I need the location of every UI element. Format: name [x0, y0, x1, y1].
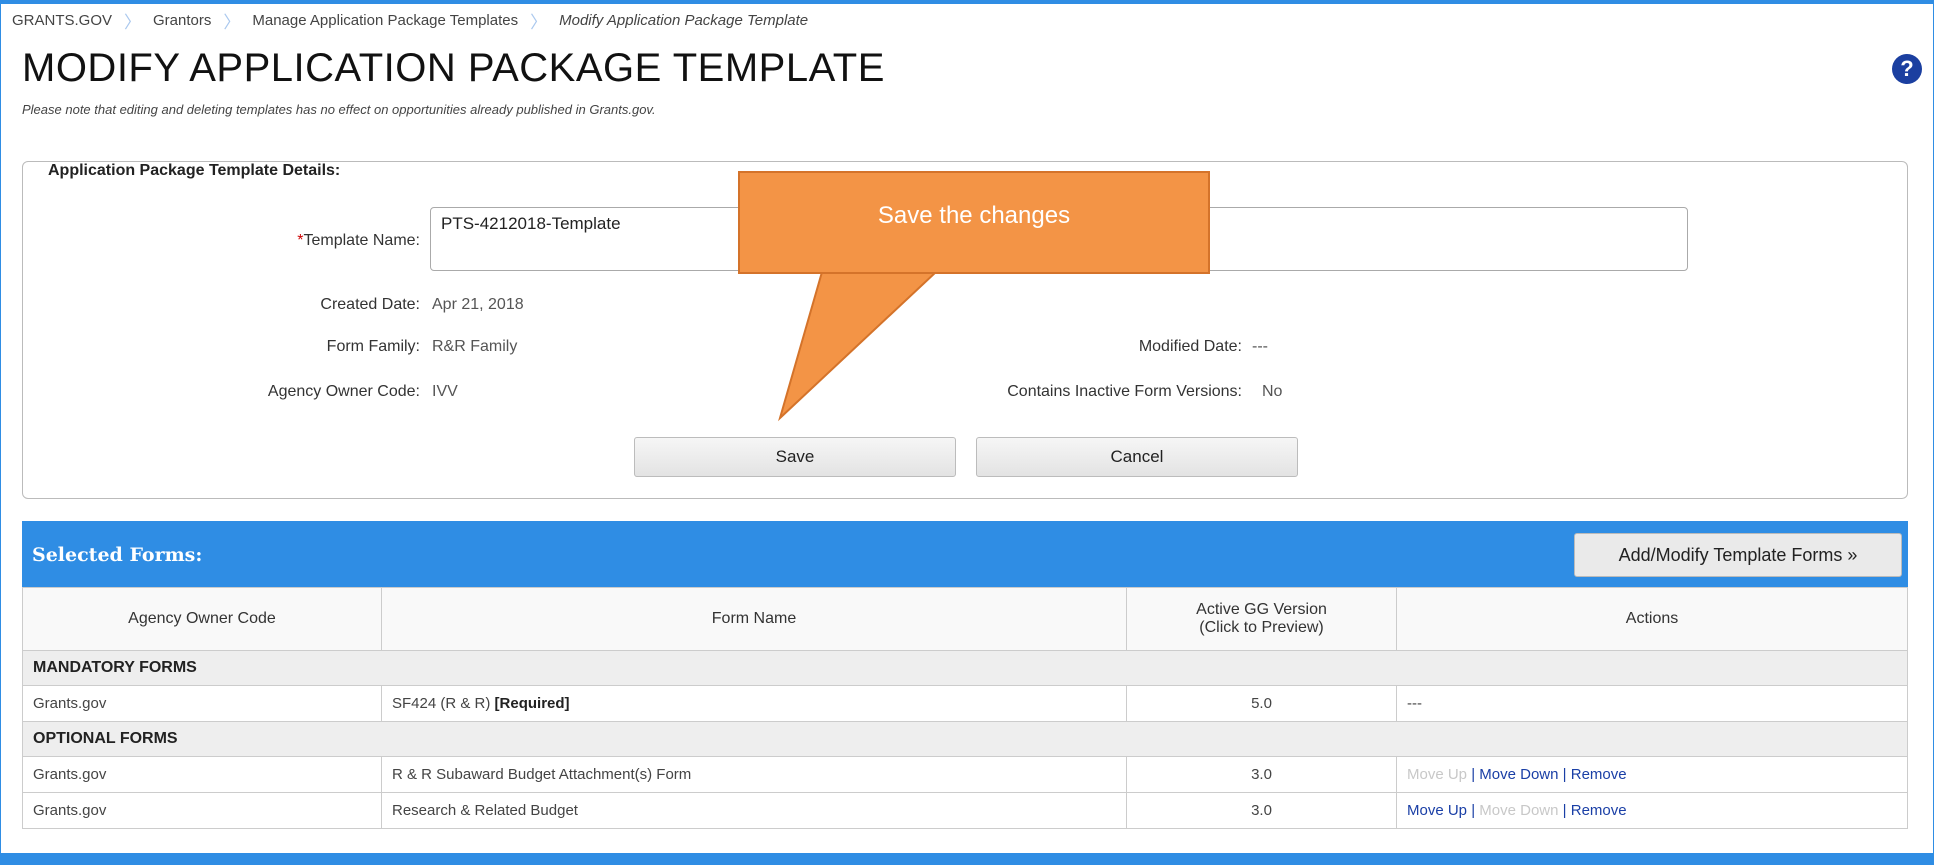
col-active-gg-version: Active GG Version (Click to Preview) [1126, 587, 1397, 651]
table-row: Grants.gov R & R Subaward Budget Attachm… [22, 756, 1908, 793]
actions-cell: --- [1396, 685, 1908, 722]
form-family-label: Form Family: [326, 338, 420, 355]
group-row-optional: OPTIONAL FORMS [22, 721, 1908, 757]
breadcrumb-separator-icon: 〉 [124, 12, 142, 32]
agency-cell: Grants.gov [22, 792, 382, 829]
move-down-link-disabled: Move Down [1479, 802, 1559, 819]
breadcrumb: GRANTS.GOV 〉 Grantors 〉 Manage Applicati… [12, 10, 809, 32]
breadcrumb-manage-templates[interactable]: Manage Application Package Templates [252, 12, 518, 29]
version-link[interactable]: 5.0 [1126, 685, 1397, 722]
form-family-value: R&R Family [432, 338, 518, 355]
help-icon[interactable]: ? [1892, 54, 1922, 84]
required-tag: [Required] [494, 695, 570, 712]
bottom-border [0, 853, 1934, 865]
col-actions: Actions [1396, 587, 1908, 651]
move-down-link[interactable]: Move Down [1479, 766, 1558, 783]
add-modify-template-forms-button[interactable]: Add/Modify Template Forms » [1574, 533, 1902, 577]
inactive-versions-label: Contains Inactive Form Versions: [1007, 383, 1242, 400]
agency-owner-code-label: Agency Owner Code: [267, 383, 420, 400]
form-name-cell: Research & Related Budget [381, 792, 1127, 829]
table-header-row: Agency Owner Code Form Name Active GG Ve… [22, 587, 1908, 651]
move-up-link-disabled: Move Up [1407, 766, 1468, 783]
breadcrumb-separator-icon: 〉 [530, 12, 548, 32]
breadcrumb-current: Modify Application Package Template [559, 11, 809, 29]
modified-date-label: Modified Date: [1138, 338, 1242, 355]
action-separator: | [1562, 766, 1567, 783]
action-separator: | [1562, 802, 1567, 819]
selected-forms-table: Agency Owner Code Form Name Active GG Ve… [22, 587, 1908, 829]
details-legend: Application Package Template Details: [44, 162, 345, 180]
cancel-button[interactable]: Cancel [976, 437, 1298, 477]
breadcrumb-grants-gov[interactable]: GRANTS.GOV [12, 12, 112, 29]
version-link[interactable]: 3.0 [1126, 756, 1397, 793]
col-form-name: Form Name [381, 587, 1127, 651]
form-name-cell: SF424 (R & R) [Required] [381, 685, 1127, 722]
version-link[interactable]: 3.0 [1126, 792, 1397, 829]
action-separator: | [1471, 802, 1476, 819]
move-up-link[interactable]: Move Up [1407, 802, 1467, 819]
col-agency-owner-code: Agency Owner Code [22, 587, 382, 651]
breadcrumb-grantors[interactable]: Grantors [153, 12, 211, 29]
callout-save-changes: Save the changes [738, 171, 1210, 274]
remove-link[interactable]: Remove [1571, 802, 1627, 819]
template-name-label: *Template Name: [297, 232, 420, 249]
actions-cell: Move Up | Move Down | Remove [1396, 792, 1908, 829]
top-border [0, 0, 1934, 4]
remove-link[interactable]: Remove [1571, 766, 1627, 783]
table-row: Grants.gov Research & Related Budget 3.0… [22, 792, 1908, 829]
page-note: Please note that editing and deleting te… [22, 102, 656, 117]
inactive-versions-value: No [1262, 383, 1283, 400]
created-date-value: Apr 21, 2018 [432, 296, 524, 313]
agency-cell: Grants.gov [22, 756, 382, 793]
action-separator: | [1471, 766, 1476, 783]
modified-date-value: --- [1252, 338, 1268, 355]
table-row: Grants.gov SF424 (R & R) [Required] 5.0 … [22, 685, 1908, 722]
created-date-label: Created Date: [320, 296, 420, 313]
page-title: MODIFY APPLICATION PACKAGE TEMPLATE [22, 46, 885, 90]
agency-cell: Grants.gov [22, 685, 382, 722]
selected-forms-title: Selected Forms: [32, 544, 203, 566]
form-name-cell: R & R Subaward Budget Attachment(s) Form [381, 756, 1127, 793]
agency-owner-code-value: IVV [432, 383, 458, 400]
group-row-mandatory: MANDATORY FORMS [22, 650, 1908, 686]
save-button[interactable]: Save [634, 437, 956, 477]
breadcrumb-separator-icon: 〉 [223, 12, 241, 32]
actions-cell: Move Up | Move Down | Remove [1396, 756, 1908, 793]
